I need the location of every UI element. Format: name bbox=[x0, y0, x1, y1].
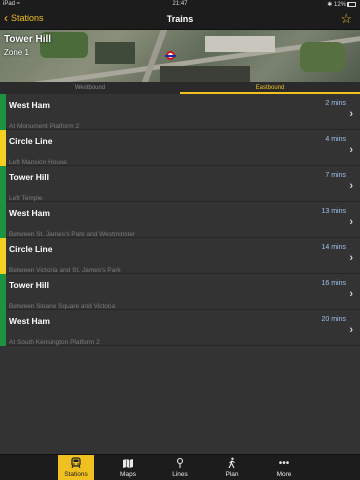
chevron-right-icon: › bbox=[349, 216, 353, 228]
line-color-bar bbox=[0, 274, 6, 310]
train-row[interactable]: Circle Line 14 mins Between Victoria and… bbox=[0, 238, 360, 274]
train-location: At South Kensington Platform 2 bbox=[9, 339, 100, 346]
train-row[interactable]: Circle Line 4 mins Left Mansion House › bbox=[0, 130, 360, 166]
tab-eastbound[interactable]: Eastbound bbox=[180, 85, 360, 91]
train-icon bbox=[58, 457, 94, 471]
train-destination: West Ham bbox=[9, 100, 50, 110]
tab-label: Plan bbox=[225, 471, 239, 478]
chevron-right-icon: › bbox=[349, 252, 353, 264]
train-row[interactable]: West Ham 2 mins At Monument Platform 2 › bbox=[0, 94, 360, 130]
line-color-bar bbox=[0, 310, 6, 346]
train-destination: Tower Hill bbox=[9, 172, 49, 182]
tab-label: Lines bbox=[172, 471, 188, 478]
train-row[interactable]: West Ham 13 mins Between St. James's Par… bbox=[0, 202, 360, 238]
train-arrival-time: 16 mins bbox=[321, 280, 346, 287]
favorite-star-icon[interactable]: ☆ bbox=[340, 11, 352, 27]
station-map[interactable] bbox=[0, 30, 360, 82]
status-time: 21:47 bbox=[172, 1, 188, 7]
train-destination: Tower Hill bbox=[9, 280, 49, 290]
train-location: Left Temple bbox=[9, 195, 43, 202]
train-destination: Circle Line bbox=[9, 244, 53, 254]
bluetooth-icon: ✱ bbox=[327, 2, 333, 8]
tab-lines[interactable]: Lines bbox=[162, 455, 198, 480]
train-location: Left Mansion House bbox=[9, 159, 67, 166]
station-name: Tower Hill bbox=[4, 34, 52, 45]
tab-westbound[interactable]: Westbound bbox=[0, 85, 180, 91]
train-arrival-time: 2 mins bbox=[325, 100, 346, 107]
train-location: Between Victoria and St. James's Park bbox=[9, 267, 121, 274]
train-location: Between St. James's Park and Westminster bbox=[9, 231, 136, 238]
more-icon: ••• bbox=[278, 458, 290, 469]
tab-bar: Stations Maps Lines Plan ••• More bbox=[0, 454, 360, 480]
train-destination: Circle Line bbox=[9, 136, 53, 146]
battery-icon bbox=[347, 2, 356, 7]
battery-indicator: ✱ 12% bbox=[327, 1, 356, 8]
navigation-bar: ‹ Stations Trains ☆ bbox=[0, 9, 360, 30]
train-arrival-time: 7 mins bbox=[325, 172, 346, 179]
underground-roundel-icon[interactable] bbox=[165, 51, 176, 60]
chevron-right-icon: › bbox=[349, 108, 353, 120]
tab-label: More bbox=[276, 471, 292, 478]
train-destination: West Ham bbox=[9, 316, 50, 326]
chevron-right-icon: › bbox=[349, 180, 353, 192]
tab-stations[interactable]: Stations bbox=[58, 455, 94, 480]
line-color-bar bbox=[0, 238, 6, 274]
chevron-right-icon: › bbox=[349, 144, 353, 156]
tab-more[interactable]: ••• More bbox=[266, 455, 302, 480]
train-arrival-time: 13 mins bbox=[321, 208, 346, 215]
train-destination: West Ham bbox=[9, 208, 50, 218]
status-bar: iPad ≈ 21:47 ✱ 12% bbox=[0, 0, 360, 9]
walker-icon bbox=[214, 457, 250, 471]
chevron-right-icon: › bbox=[349, 288, 353, 300]
tab-plan[interactable]: Plan bbox=[214, 455, 250, 480]
line-color-bar bbox=[0, 166, 6, 202]
train-row[interactable]: Tower Hill 16 mins Between Sloane Square… bbox=[0, 274, 360, 310]
line-color-bar bbox=[0, 130, 6, 166]
tab-maps[interactable]: Maps bbox=[110, 455, 146, 480]
train-location: At Monument Platform 2 bbox=[9, 123, 80, 130]
chevron-right-icon: › bbox=[349, 324, 353, 336]
train-arrival-time: 14 mins bbox=[321, 244, 346, 251]
page-title: Trains bbox=[166, 14, 194, 24]
tab-label: Maps bbox=[120, 471, 136, 478]
train-row[interactable]: West Ham 20 mins At South Kensington Pla… bbox=[0, 310, 360, 346]
train-row[interactable]: Tower Hill 7 mins Left Temple › bbox=[0, 166, 360, 202]
lines-icon bbox=[162, 457, 198, 471]
direction-selector: Westbound Eastbound bbox=[0, 82, 360, 94]
tab-label: Stations bbox=[64, 471, 88, 478]
train-location: Between Sloane Square and Victoria bbox=[9, 303, 116, 310]
line-color-bar bbox=[0, 202, 6, 238]
train-arrival-time: 4 mins bbox=[325, 136, 346, 143]
app-screen: iPad ≈ 21:47 ✱ 12% ‹ Stations Trains ☆ To… bbox=[0, 0, 360, 480]
train-arrival-time: 20 mins bbox=[321, 316, 346, 323]
station-zone: Zone 1 bbox=[4, 48, 29, 57]
map-icon bbox=[110, 457, 146, 471]
train-list: West Ham 2 mins At Monument Platform 2 ›… bbox=[0, 94, 360, 346]
line-color-bar bbox=[0, 94, 6, 130]
